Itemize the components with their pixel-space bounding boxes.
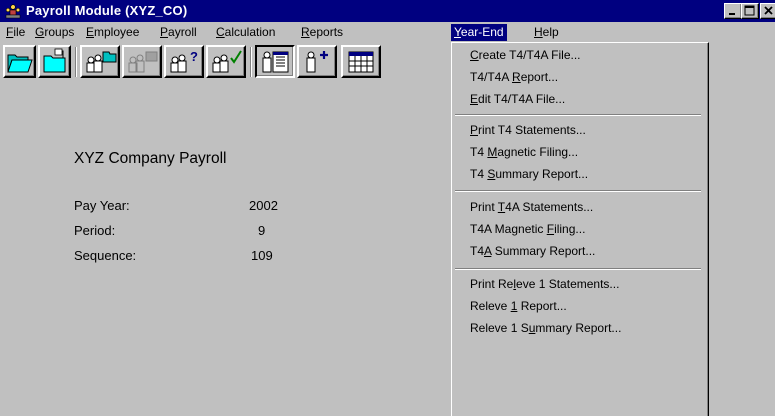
open-folder-icon <box>7 54 33 73</box>
menu-payroll[interactable]: Payroll <box>160 24 197 41</box>
menu-t4a-magnetic-filing[interactable]: T4A Magnetic Filing... <box>470 220 585 239</box>
menu-releve1-summary-report[interactable]: Releve 1 Summary Report... <box>470 319 621 338</box>
menu-print-t4-statements[interactable]: Print T4 Statements... <box>470 121 586 140</box>
title-bar: Payroll Module (XYZ_CO) <box>0 0 775 22</box>
employee-document-button[interactable] <box>255 45 295 78</box>
toolbar-separator <box>75 47 77 77</box>
period-value: 9 <box>258 223 266 238</box>
calculator-grid-icon <box>348 51 374 73</box>
menu-year-end[interactable]: Year-End <box>451 24 507 41</box>
group-check-button[interactable] <box>206 45 246 78</box>
menu-separator <box>455 190 701 192</box>
group-check-icon <box>212 50 242 73</box>
menu-separator <box>455 114 701 116</box>
menu-groups[interactable]: Groups <box>35 24 74 41</box>
group-disabled-button[interactable] <box>122 45 162 78</box>
group-query-button[interactable]: ? <box>164 45 204 78</box>
right-panel <box>707 42 775 415</box>
minimize-button[interactable] <box>724 3 742 19</box>
group-folder-icon <box>86 51 117 73</box>
menu-bar: File Groups Employee Payroll Calculation… <box>0 22 775 42</box>
menu-help[interactable]: Help <box>534 24 559 41</box>
menu-t4-summary-report[interactable]: T4 Summary Report... <box>470 165 588 184</box>
menu-employee[interactable]: Employee <box>86 24 139 41</box>
pay-year-label: Pay Year: <box>74 198 130 213</box>
menu-reports[interactable]: Reports <box>301 24 343 41</box>
open-button[interactable] <box>3 45 36 78</box>
period-label: Period: <box>74 223 116 238</box>
menu-print-t4a-statements[interactable]: Print T4A Statements... <box>470 198 593 217</box>
menu-releve1-report[interactable]: Releve 1 Report... <box>470 297 567 316</box>
menu-calculation[interactable]: Calculation <box>216 24 275 41</box>
new-button[interactable] <box>38 45 71 78</box>
sequence-label: Sequence: <box>74 248 137 263</box>
svg-text:?: ? <box>190 49 198 64</box>
toolbar-separator <box>250 47 252 77</box>
menu-separator <box>455 268 701 270</box>
window-title: Payroll Module (XYZ_CO) <box>26 3 188 18</box>
menu-t4a-summary-report[interactable]: T4A Summary Report... <box>470 242 595 261</box>
year-end-menu: Create T4/T4A File... T4/T4A Report... E… <box>451 42 709 416</box>
menu-t4-magnetic-filing[interactable]: T4 Magnetic Filing... <box>470 143 578 162</box>
sequence-value: 109 <box>251 248 273 263</box>
close-button[interactable] <box>760 3 775 19</box>
employee-document-icon <box>262 51 289 73</box>
group-disabled-icon <box>128 51 158 73</box>
menu-t4-report[interactable]: T4/T4A Report... <box>470 68 558 87</box>
app-icon[interactable] <box>5 3 21 19</box>
group-query-icon: ? <box>170 49 198 73</box>
menu-print-releve1-statements[interactable]: Print Releve 1 Statements... <box>470 275 619 294</box>
menu-file[interactable]: File <box>6 24 25 41</box>
company-title: XYZ Company Payroll <box>74 150 227 167</box>
add-employee-button[interactable] <box>297 45 337 78</box>
new-folder-icon <box>43 48 66 73</box>
menu-create-t4-file[interactable]: Create T4/T4A File... <box>470 46 581 65</box>
menu-edit-t4-file[interactable]: Edit T4/T4A File... <box>470 90 565 109</box>
maximize-button[interactable] <box>741 3 759 19</box>
group-open-button[interactable] <box>80 45 120 78</box>
pay-year-value: 2002 <box>249 198 278 213</box>
add-employee-icon <box>306 51 328 73</box>
calculator-button[interactable] <box>341 45 381 78</box>
